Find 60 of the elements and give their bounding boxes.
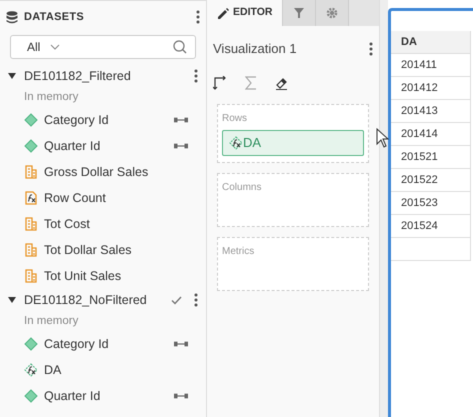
metric-icon — [24, 243, 38, 257]
filter-icon — [293, 7, 306, 19]
pencil-icon — [217, 7, 229, 19]
table-cell: 201411 — [391, 54, 471, 77]
editor-tab[interactable]: EDITOR — [207, 0, 284, 26]
zone-label: Rows — [222, 112, 248, 126]
eraser-icon[interactable] — [275, 76, 289, 90]
dataset-name[interactable]: DE101182_Filtered — [24, 66, 194, 86]
zone-label: Metrics — [222, 245, 256, 259]
attribute-icon — [24, 139, 38, 153]
field-name[interactable]: Tot Unit Sales — [44, 266, 194, 286]
more-icon[interactable] — [369, 42, 373, 56]
visualization-title: Visualization 1 — [213, 40, 298, 58]
attribute-icon — [24, 389, 38, 403]
derived-attribute-icon — [24, 363, 38, 377]
table-cell: 201524 — [391, 215, 471, 238]
more-icon[interactable] — [196, 10, 200, 24]
derived-metric-icon — [24, 191, 38, 205]
field-name[interactable]: Quarter Id — [44, 136, 174, 156]
field-name[interactable]: Category Id — [44, 334, 174, 354]
database-icon — [6, 10, 18, 24]
table-cell: 201521 — [391, 146, 471, 169]
table-cell: 201413 — [391, 100, 471, 123]
search-icon[interactable] — [173, 40, 187, 54]
attribute-icon — [24, 113, 38, 127]
table-cell: 201414 — [391, 123, 471, 146]
derived-attribute-icon — [229, 136, 243, 150]
zone-label: Columns — [222, 181, 262, 195]
caret-down-icon[interactable] — [8, 73, 16, 79]
settings-tab[interactable] — [316, 0, 350, 26]
field-name[interactable]: DA — [44, 360, 194, 380]
settings-icon — [326, 7, 338, 19]
filter-field[interactable]: All — [10, 35, 196, 59]
field-name[interactable]: Quarter Id — [44, 386, 174, 406]
dataset-name[interactable]: DE101182_NoFiltered — [24, 290, 171, 310]
column-header[interactable]: DA — [391, 31, 471, 54]
metric-icon — [24, 217, 38, 231]
dataset-status: In memory — [23, 314, 80, 329]
filter-value: All — [27, 39, 40, 56]
swap-axes-icon[interactable] — [213, 76, 227, 90]
dataset-status: In memory — [23, 90, 80, 105]
field-name[interactable]: Tot Cost — [44, 214, 194, 234]
drop-zone[interactable]: Rows DA — [217, 104, 369, 163]
field-name[interactable]: Gross Dollar Sales — [44, 162, 194, 182]
metric-icon — [24, 269, 38, 283]
table-cell: 201523 — [391, 192, 471, 215]
more-icon[interactable] — [194, 293, 198, 307]
field-name[interactable]: Tot Dollar Sales — [44, 240, 194, 260]
table-cell: 201412 — [391, 77, 471, 100]
metric-icon — [24, 165, 38, 179]
caret-down-icon[interactable] — [8, 297, 16, 303]
more-icon[interactable] — [194, 69, 198, 83]
field-name[interactable]: Category Id — [44, 110, 174, 130]
field-name[interactable]: Row Count — [44, 188, 194, 208]
table-cell: 201522 — [391, 169, 471, 192]
panel-title: DATASETS — [24, 10, 86, 25]
field-chip[interactable]: DA — [222, 130, 364, 156]
chevron-down-icon[interactable] — [50, 44, 60, 50]
filter-tab[interactable] — [283, 0, 316, 26]
attribute-icon — [24, 337, 38, 351]
